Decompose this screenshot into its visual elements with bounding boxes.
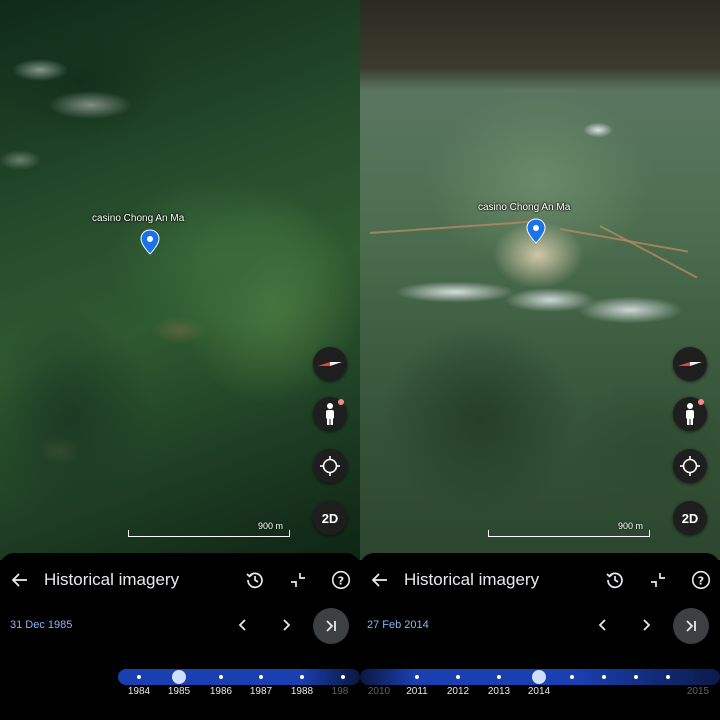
sheet-title: Historical imagery bbox=[44, 570, 180, 589]
latest-imagery-button[interactable] bbox=[313, 608, 349, 644]
compass-button[interactable] bbox=[313, 347, 347, 381]
imagery-date: 31 Dec 1985 bbox=[10, 619, 73, 631]
svg-text:?: ? bbox=[338, 574, 344, 587]
sheet-title: Historical imagery bbox=[404, 570, 540, 589]
location-pin-icon[interactable] bbox=[526, 218, 546, 244]
panel-1985: casino Chong An Ma 2D 900 m Historical i… bbox=[0, 0, 360, 720]
toggle-2d-button[interactable]: 2D bbox=[313, 501, 347, 535]
pegman-icon bbox=[686, 403, 694, 425]
scale-bar bbox=[488, 530, 650, 537]
year-dot[interactable] bbox=[137, 675, 141, 679]
year-label[interactable]: 2013 bbox=[479, 686, 519, 697]
year-label[interactable]: 1988 bbox=[282, 686, 322, 697]
scale-label: 900 m bbox=[258, 521, 284, 531]
skip-to-latest-icon bbox=[686, 620, 696, 632]
history-icon[interactable] bbox=[245, 570, 265, 590]
year-label[interactable]: 2011 bbox=[397, 686, 437, 697]
year-dot[interactable] bbox=[634, 675, 638, 679]
street-view-button[interactable] bbox=[313, 397, 347, 431]
year-label[interactable]: 1986 bbox=[201, 686, 241, 697]
year-label[interactable]: 1985 bbox=[159, 686, 199, 697]
year-dot[interactable] bbox=[300, 675, 304, 679]
year-dot[interactable] bbox=[259, 675, 263, 679]
year-label[interactable]: 2015 bbox=[678, 686, 718, 697]
my-location-button[interactable] bbox=[313, 449, 347, 483]
year-dot[interactable] bbox=[456, 675, 460, 679]
chevron-left-icon[interactable] bbox=[593, 615, 613, 635]
history-icon[interactable] bbox=[605, 570, 625, 590]
year-label[interactable]: 1984 bbox=[119, 686, 159, 697]
panel-2014: casino Chong An Ma 2D 900 m Historical i… bbox=[360, 0, 720, 720]
timeline-selected-handle[interactable] bbox=[532, 670, 546, 684]
year-dot[interactable] bbox=[341, 675, 345, 679]
place-label[interactable]: casino Chong An Ma bbox=[92, 213, 184, 224]
pegman-icon bbox=[326, 403, 334, 425]
year-dot[interactable] bbox=[497, 675, 501, 679]
location-pin-icon[interactable] bbox=[140, 229, 160, 255]
arrow-left-icon[interactable] bbox=[370, 570, 390, 590]
arrow-left-icon[interactable] bbox=[10, 570, 30, 590]
year-label[interactable]: 2012 bbox=[438, 686, 478, 697]
road bbox=[369, 220, 530, 234]
help-icon[interactable]: ? bbox=[331, 570, 351, 590]
scale-label: 900 m bbox=[618, 521, 644, 531]
sheet-header: Historical imagery ? bbox=[360, 568, 720, 592]
compass-button[interactable] bbox=[673, 347, 707, 381]
latest-imagery-button[interactable] bbox=[673, 608, 709, 644]
year-label[interactable]: 198 bbox=[320, 686, 360, 697]
historical-imagery-sheet: Historical imagery ? 31 Dec 1985 1984 19… bbox=[0, 553, 360, 720]
year-dot[interactable] bbox=[415, 675, 419, 679]
street-view-button[interactable] bbox=[673, 397, 707, 431]
notification-dot bbox=[698, 399, 704, 405]
minimize-icon[interactable] bbox=[648, 570, 668, 590]
chevron-right-icon[interactable] bbox=[636, 615, 656, 635]
imagery-date: 27 Feb 2014 bbox=[367, 619, 429, 631]
timeline-slider[interactable] bbox=[118, 669, 360, 685]
year-label[interactable]: 2014 bbox=[519, 686, 559, 697]
scale-bar bbox=[128, 530, 290, 537]
year-dot[interactable] bbox=[219, 675, 223, 679]
year-dot[interactable] bbox=[666, 675, 670, 679]
compass-icon bbox=[318, 362, 342, 366]
timeline-selected-handle[interactable] bbox=[172, 670, 186, 684]
toggle-2d-button[interactable]: 2D bbox=[673, 501, 707, 535]
year-label[interactable]: 2010 bbox=[360, 686, 399, 697]
compass-icon bbox=[678, 362, 702, 366]
help-icon[interactable]: ? bbox=[691, 570, 711, 590]
my-location-icon bbox=[320, 456, 340, 476]
year-dot[interactable] bbox=[570, 675, 574, 679]
minimize-icon[interactable] bbox=[288, 570, 308, 590]
chevron-left-icon[interactable] bbox=[233, 615, 253, 635]
my-location-button[interactable] bbox=[673, 449, 707, 483]
chevron-right-icon[interactable] bbox=[276, 615, 296, 635]
year-label[interactable]: 1987 bbox=[241, 686, 281, 697]
my-location-icon bbox=[680, 456, 700, 476]
skip-to-latest-icon bbox=[326, 620, 336, 632]
year-dot[interactable] bbox=[602, 675, 606, 679]
satellite-map[interactable] bbox=[360, 0, 720, 560]
svg-text:?: ? bbox=[698, 574, 704, 587]
satellite-map[interactable] bbox=[0, 0, 360, 560]
sheet-header: Historical imagery ? bbox=[0, 568, 360, 592]
place-label[interactable]: casino Chong An Ma bbox=[478, 202, 570, 213]
historical-imagery-sheet: Historical imagery ? 27 Feb 2014 2010 20… bbox=[360, 553, 720, 720]
notification-dot bbox=[338, 399, 344, 405]
